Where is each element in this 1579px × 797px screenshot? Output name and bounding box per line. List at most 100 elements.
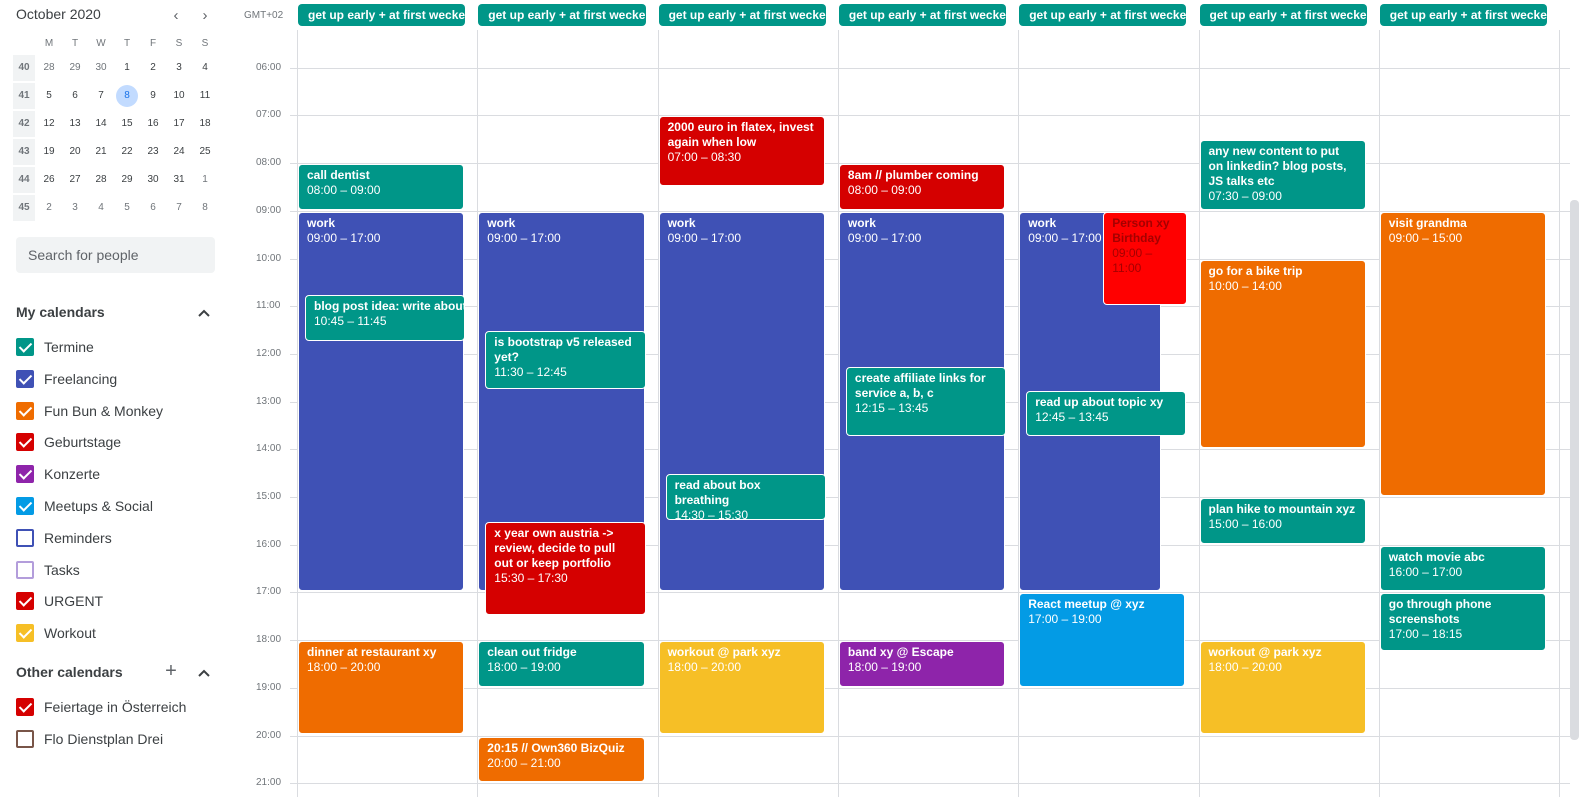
mini-calendar-day[interactable]: 7 bbox=[88, 83, 114, 109]
my-calendars-title[interactable]: My calendars bbox=[16, 302, 105, 322]
add-icon[interactable]: + bbox=[161, 661, 181, 681]
week-number[interactable]: 43 bbox=[13, 139, 35, 165]
mini-calendar-day[interactable]: 9 bbox=[140, 83, 166, 109]
other-calendars-title[interactable]: Other calendars bbox=[16, 662, 123, 682]
calendar-item[interactable]: Tasks bbox=[16, 559, 226, 581]
calendar-checkbox[interactable] bbox=[16, 528, 34, 547]
calendar-item[interactable]: Freelancing bbox=[16, 368, 226, 390]
calendar-checkbox[interactable] bbox=[16, 698, 34, 716]
calendar-item[interactable]: Workout bbox=[16, 622, 226, 644]
calendar-item[interactable]: URGENT bbox=[16, 590, 226, 612]
calendar-event[interactable]: create affiliate links for service a, b,… bbox=[845, 366, 1007, 437]
calendar-event[interactable]: band xy @ Escape 18:00 – 19:00 bbox=[838, 641, 1006, 687]
mini-calendar-day[interactable]: 21 bbox=[88, 139, 114, 165]
calendar-event[interactable]: read about box breathing 14:30 – 15:30 bbox=[665, 474, 826, 520]
week-number[interactable]: 45 bbox=[13, 195, 35, 221]
all-day-event[interactable]: get up early + at first wecker bbox=[1199, 4, 1367, 26]
mini-calendar-day[interactable]: 22 bbox=[114, 139, 140, 165]
mini-calendar-day[interactable]: 6 bbox=[62, 83, 88, 109]
calendar-checkbox[interactable] bbox=[16, 433, 34, 452]
calendar-item[interactable]: Flo Dienstplan Drei bbox=[16, 728, 226, 750]
calendar-checkbox[interactable] bbox=[16, 729, 34, 748]
calendar-event[interactable]: go for a bike trip 10:00 – 14:00 bbox=[1199, 259, 1366, 449]
all-day-event[interactable]: get up early + at first wecker bbox=[838, 4, 1007, 26]
mini-calendar-day[interactable]: 25 bbox=[192, 139, 218, 165]
mini-calendar-day[interactable]: 3 bbox=[62, 195, 88, 221]
all-day-event[interactable]: get up early + at first wecker bbox=[1379, 4, 1548, 26]
mini-calendar-day[interactable]: 4 bbox=[192, 55, 218, 81]
calendar-checkbox[interactable] bbox=[16, 465, 34, 484]
mini-calendar-day[interactable]: 2 bbox=[36, 195, 62, 221]
calendar-event[interactable]: x year own austria -> review, decide to … bbox=[485, 521, 646, 616]
calendar-event[interactable]: React meetup @ xyz 17:00 – 19:00 bbox=[1019, 593, 1186, 687]
calendar-item[interactable]: Fun Bun & Monkey bbox=[16, 400, 226, 422]
mini-calendar-day[interactable]: 13 bbox=[62, 111, 88, 137]
mini-calendar-day[interactable]: 23 bbox=[140, 139, 166, 165]
mini-calendar-day[interactable]: 28 bbox=[36, 55, 62, 81]
calendar-event[interactable]: any new content to put on linkedin? blog… bbox=[1199, 140, 1366, 210]
calendar-checkbox[interactable] bbox=[16, 369, 34, 388]
mini-calendar-day[interactable]: 18 bbox=[192, 111, 218, 137]
chevron-up-icon[interactable] bbox=[194, 302, 214, 322]
time-grid[interactable]: 06:00 07:00 08:00 09:00 10:00 11:00 12:00 13:00… bbox=[240, 30, 1570, 797]
calendar-item[interactable]: Meetups & Social bbox=[16, 495, 226, 517]
mini-calendar-day[interactable]: 4 bbox=[88, 195, 114, 221]
mini-calendar-day[interactable]: 30 bbox=[88, 55, 114, 81]
mini-calendar-day[interactable]: 31 bbox=[166, 167, 192, 193]
mini-calendar-day[interactable]: 29 bbox=[62, 55, 88, 81]
all-day-event[interactable]: get up early + at first wecker bbox=[1019, 4, 1187, 26]
calendar-event[interactable]: read up about topic xy 12:45 – 13:45 bbox=[1026, 390, 1187, 437]
mini-calendar-day[interactable]: 14 bbox=[88, 111, 114, 137]
mini-calendar-day[interactable]: 28 bbox=[88, 167, 114, 193]
calendar-event[interactable]: work 09:00 – 17:00 bbox=[658, 211, 825, 592]
all-day-event[interactable]: get up early + at first wecker bbox=[658, 4, 826, 26]
calendar-event[interactable]: work 09:00 – 17:00 bbox=[298, 211, 465, 592]
chevron-up-icon[interactable] bbox=[194, 662, 214, 682]
calendar-item[interactable]: Reminders bbox=[16, 527, 226, 549]
mini-calendar-day[interactable]: 10 bbox=[166, 83, 192, 109]
week-number[interactable]: 42 bbox=[13, 111, 35, 137]
week-number[interactable]: 40 bbox=[13, 55, 35, 81]
mini-calendar-day[interactable]: 1 bbox=[192, 167, 218, 193]
calendar-event[interactable]: 20:15 // Own360 BizQuiz 20:00 – 21:00 bbox=[478, 736, 645, 783]
calendar-checkbox[interactable] bbox=[16, 624, 34, 643]
mini-calendar-day[interactable]: 26 bbox=[36, 167, 62, 193]
calendar-item[interactable]: Geburtstage bbox=[16, 431, 226, 453]
mini-calendar-day[interactable]: 15 bbox=[114, 111, 140, 137]
scrollbar[interactable] bbox=[1570, 200, 1579, 740]
calendar-checkbox[interactable] bbox=[16, 401, 34, 420]
mini-calendar-day[interactable]: 7 bbox=[166, 195, 192, 221]
calendar-item[interactable]: Termine bbox=[16, 336, 226, 358]
calendar-event[interactable]: workout @ park xyz 18:00 – 20:00 bbox=[1199, 641, 1366, 735]
calendar-event[interactable]: go through phone screenshots 17:00 – 18:1… bbox=[1379, 593, 1547, 652]
mini-calendar-day[interactable]: 19 bbox=[36, 139, 62, 165]
calendar-event[interactable]: Person xy Birthday 09:00 – 11:00 bbox=[1103, 211, 1188, 306]
calendar-checkbox[interactable] bbox=[16, 497, 34, 515]
mini-calendar-day[interactable]: 3 bbox=[166, 55, 192, 81]
calendar-event[interactable]: workout @ park xyz 18:00 – 20:00 bbox=[658, 641, 825, 735]
calendar-item[interactable]: Konzerte bbox=[16, 463, 226, 485]
mini-calendar-day[interactable]: 20 bbox=[62, 139, 88, 165]
mini-calendar-day[interactable]: 16 bbox=[140, 111, 166, 137]
calendar-item[interactable]: Feiertage in Österreich bbox=[16, 696, 226, 718]
mini-calendar-day[interactable]: 30 bbox=[140, 167, 166, 193]
mini-calendar-day[interactable]: 24 bbox=[166, 139, 192, 165]
calendar-event[interactable]: watch movie abc 16:00 – 17:00 bbox=[1379, 545, 1547, 592]
mini-calendar-day[interactable]: 6 bbox=[140, 195, 166, 221]
all-day-event[interactable]: get up early + at first wecker bbox=[478, 4, 646, 26]
calendar-checkbox[interactable] bbox=[16, 338, 34, 356]
mini-calendar-day[interactable]: 17 bbox=[166, 111, 192, 137]
calendar-event[interactable]: 2000 euro in flatex, invest again when l… bbox=[658, 116, 825, 186]
mini-calendar-day[interactable]: 8 bbox=[116, 85, 138, 107]
mini-calendar-day[interactable]: 5 bbox=[36, 83, 62, 109]
calendar-event[interactable]: visit grandma 09:00 – 15:00 bbox=[1379, 211, 1547, 496]
mini-calendar-day[interactable]: 8 bbox=[192, 195, 218, 221]
search-people-input[interactable] bbox=[16, 237, 215, 273]
mini-calendar-day[interactable]: 11 bbox=[192, 83, 218, 109]
calendar-event[interactable]: dinner at restaurant xy 18:00 – 20:00 bbox=[298, 641, 465, 735]
mini-calendar-day[interactable]: 12 bbox=[36, 111, 62, 137]
calendar-event[interactable]: clean out fridge 18:00 – 19:00 bbox=[478, 641, 645, 687]
week-number[interactable]: 41 bbox=[13, 83, 35, 109]
calendar-event[interactable]: blog post idea: write about c 10:45 – 11:… bbox=[305, 295, 466, 341]
calendar-checkbox[interactable] bbox=[16, 592, 34, 611]
